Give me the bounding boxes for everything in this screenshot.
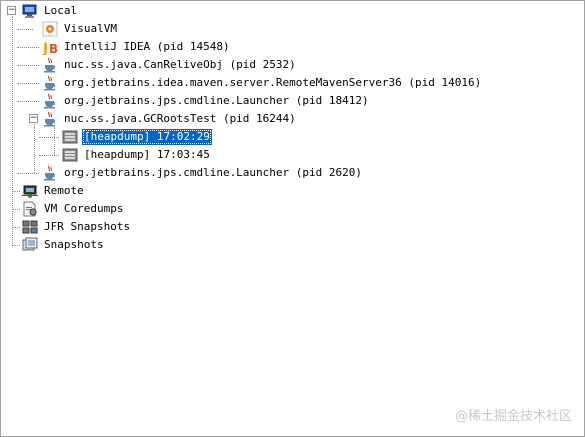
tree-node-coredumps[interactable]: VM Coredumps (22, 200, 125, 218)
tree-line (54, 127, 55, 155)
java-coffee-icon (42, 57, 58, 73)
tree-node-launcher-18412[interactable]: org.jetbrains.jps.cmdline.Launcher (pid … (42, 92, 371, 110)
tree-node-label: Remote (44, 184, 84, 197)
tree-node-launcher-2620[interactable]: org.jetbrains.jps.cmdline.Launcher (pid … (42, 164, 364, 182)
tree-line (17, 83, 39, 84)
tree-node-label: [heapdump] 17:03:45 (84, 148, 210, 161)
tree-line (17, 101, 39, 102)
tree-node-label: org.jetbrains.idea.maven.server.RemoteMa… (64, 76, 482, 89)
tree-line (34, 127, 35, 173)
tree-node-label: JFR Snapshots (44, 220, 131, 233)
tree-node-jfr-snapshots[interactable]: JFR Snapshots (22, 218, 132, 236)
svg-text:B: B (49, 42, 58, 55)
tree-line (12, 245, 20, 246)
heapdump-icon (62, 129, 78, 145)
tree-node-heapdump-2[interactable]: [heapdump] 17:03:45 (62, 146, 212, 164)
tree-node-label: VM Coredumps (44, 202, 124, 215)
tree-node-label: nuc.ss.java.GCRootsTest (pid 16244) (64, 112, 296, 125)
tree-node-gcroots[interactable]: nuc.ss.java.GCRootsTest (pid 16244) (42, 110, 298, 128)
tree-line (12, 209, 20, 210)
tree-node-label: org.jetbrains.jps.cmdline.Launcher (pid … (64, 94, 369, 107)
java-coffee-icon (42, 165, 58, 181)
tree-node-label: VisualVM (64, 22, 117, 35)
tree-line (12, 227, 20, 228)
tree-node-local[interactable]: Local (22, 2, 79, 20)
java-coffee-icon (42, 75, 58, 91)
tree-node-canrelive[interactable]: nuc.ss.java.CanReliveObj (pid 2532) (42, 56, 298, 74)
heapdump-icon (62, 147, 78, 163)
tree-node-label: org.jetbrains.jps.cmdline.Launcher (pid … (64, 166, 363, 179)
tree-node-label: nuc.ss.java.CanReliveObj (pid 2532) (64, 58, 296, 71)
tree-node-snapshots[interactable]: Snapshots (22, 236, 106, 254)
svg-text:J: J (42, 41, 48, 55)
coredump-icon (22, 201, 38, 217)
visualvm-icon (42, 21, 58, 37)
tree-line (12, 191, 20, 192)
remote-host-icon (22, 183, 38, 199)
tree-node-visualvm[interactable]: VisualVM (42, 20, 119, 38)
tree-node-heapdump-1[interactable]: [heapdump] 17:02:29 (62, 128, 212, 146)
snapshots-icon (22, 237, 38, 253)
tree-node-maven[interactable]: org.jetbrains.idea.maven.server.RemoteMa… (42, 74, 483, 92)
collapse-toggle-gcroots[interactable]: − (29, 114, 38, 123)
tree-line (39, 137, 59, 138)
java-coffee-icon (42, 111, 58, 127)
tree-node-intellij[interactable]: JB IntelliJ IDEA (pid 14548) (42, 38, 232, 57)
computer-icon (22, 3, 38, 19)
tree-line (39, 155, 59, 156)
java-coffee-icon (42, 93, 58, 109)
collapse-toggle-local[interactable]: − (7, 6, 16, 15)
tree-node-label: Snapshots (44, 238, 104, 251)
tree-line (17, 47, 39, 48)
intellij-icon: JB (42, 39, 58, 57)
applications-tree-panel: − Local VisualVM JB IntelliJ IDEA (pid 1… (0, 0, 585, 437)
tree-line (17, 65, 39, 66)
jfr-snapshots-icon (22, 219, 38, 235)
tree-line (17, 173, 39, 174)
watermark: @稀土掘金技术社区 (454, 409, 572, 424)
tree-line (12, 16, 13, 246)
tree-node-remote[interactable]: Remote (22, 182, 86, 200)
tree-node-label: Local (44, 4, 78, 17)
tree-node-label: IntelliJ IDEA (pid 14548) (64, 40, 230, 53)
tree-line (17, 29, 33, 30)
tree-node-label: [heapdump] 17:02:29 (82, 129, 212, 145)
